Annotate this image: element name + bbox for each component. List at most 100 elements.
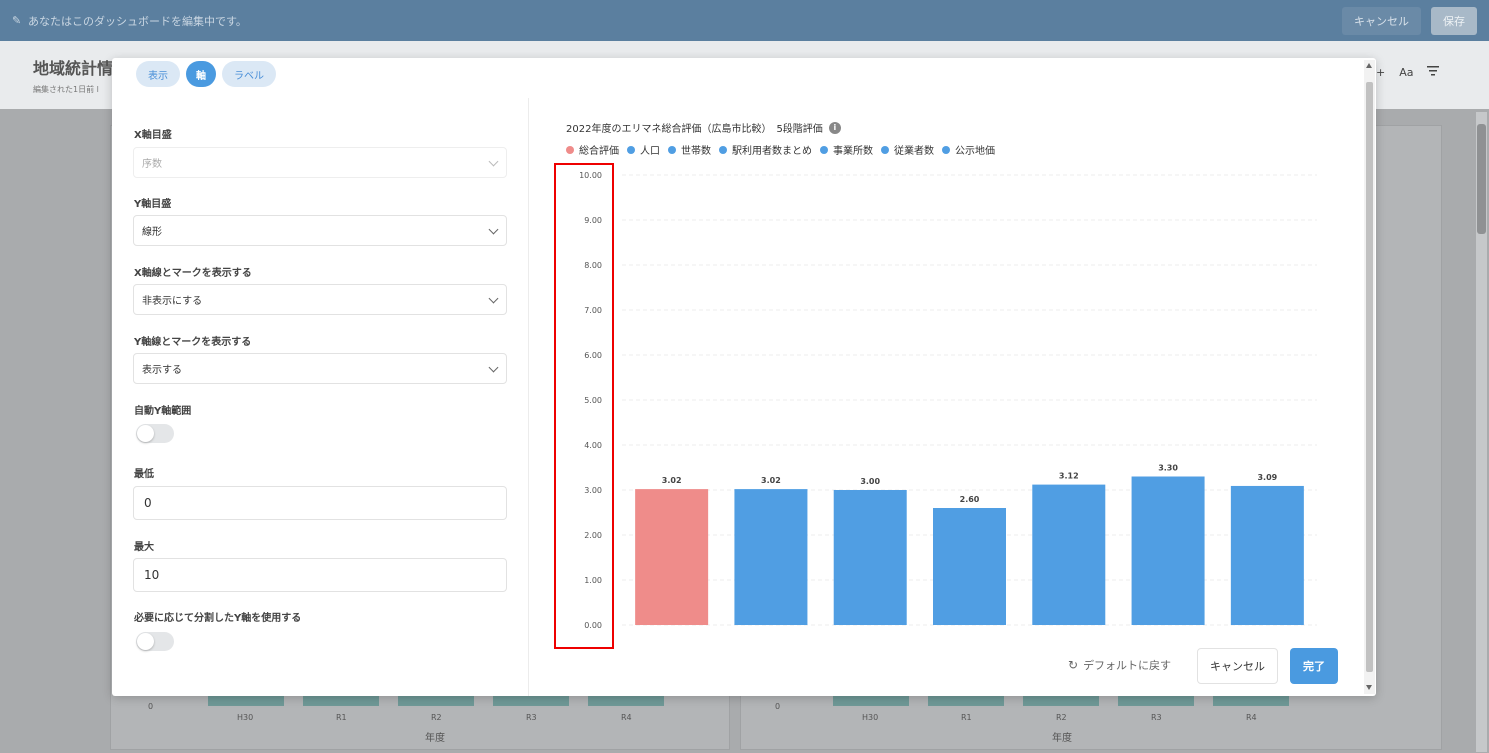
panel-divider bbox=[528, 98, 529, 696]
legend-dot bbox=[881, 145, 889, 154]
done-button[interactable]: 完了 bbox=[1290, 648, 1338, 684]
legend-item[interactable]: 世帯数 bbox=[668, 142, 711, 157]
legend-item[interactable]: 事業所数 bbox=[820, 142, 873, 157]
legend-item[interactable]: 人口 bbox=[627, 142, 660, 157]
x-axis-show-label: X軸線とマークを表示する bbox=[134, 268, 252, 279]
scroll-up-icon[interactable] bbox=[1366, 63, 1372, 68]
y-axis-show-select[interactable]: 表示する bbox=[133, 353, 507, 384]
min-label: 最低 bbox=[134, 469, 154, 480]
chevron-down-icon bbox=[488, 293, 499, 304]
bar-value-label: 3.12 bbox=[1059, 472, 1079, 481]
bg-bar bbox=[1118, 696, 1194, 706]
y-axis-show-label: Y軸線とマークを表示する bbox=[134, 337, 252, 348]
chart-bar[interactable] bbox=[833, 490, 907, 625]
legend-item[interactable]: 総合評価 bbox=[566, 142, 619, 157]
chart-title: 2022年度のエリマネ総合評価（広島市比較） 5段階評価 i bbox=[566, 120, 841, 135]
dashboard-title: 地域統計情 bbox=[33, 59, 114, 78]
reset-label: デフォルトに戻す bbox=[1083, 659, 1172, 672]
legend-dot bbox=[668, 145, 676, 154]
legend-dot bbox=[942, 145, 950, 154]
bar-value-label: 3.09 bbox=[1257, 473, 1277, 482]
tab-axis[interactable]: 軸 bbox=[186, 61, 216, 87]
legend-dot bbox=[719, 145, 727, 154]
chart-bar[interactable] bbox=[1032, 484, 1106, 625]
chart-legend: 総合評価 人口 世帯数 駅利用者数まとめ 事業所数 従業者数 公示地価 bbox=[566, 142, 995, 157]
chevron-down-icon bbox=[488, 224, 499, 235]
bar-value-label: 2.60 bbox=[960, 495, 980, 504]
split-y-axis-label: 必要に応じて分割したY軸を使用する bbox=[134, 613, 302, 624]
chevron-down-icon bbox=[488, 362, 499, 373]
bg-bar bbox=[208, 696, 284, 706]
text-size-icon[interactable]: Aa bbox=[1399, 66, 1413, 79]
bg-axis-title: 年度 bbox=[425, 733, 445, 744]
modal-scrollbar[interactable] bbox=[1364, 60, 1375, 694]
bg-x-label: R3 bbox=[526, 713, 537, 722]
min-input[interactable]: 0 bbox=[133, 486, 507, 520]
tab-label[interactable]: ラベル bbox=[222, 61, 276, 87]
legend-dot bbox=[820, 145, 828, 154]
split-y-axis-toggle[interactable] bbox=[136, 632, 174, 651]
chart-bar[interactable] bbox=[635, 489, 709, 625]
settings-tabs: 表示 軸 ラベル bbox=[136, 61, 276, 87]
x-axis-show-select[interactable]: 非表示にする bbox=[133, 284, 507, 315]
add-icon[interactable]: + bbox=[1376, 66, 1385, 79]
refresh-icon: ↻ bbox=[1068, 658, 1079, 672]
x-axis-show-value: 非表示にする bbox=[142, 296, 203, 307]
info-icon[interactable]: i bbox=[828, 121, 841, 134]
bg-x-label: H30 bbox=[237, 713, 254, 722]
y-axis-show-value: 表示する bbox=[142, 365, 182, 376]
bg-bar bbox=[1023, 696, 1099, 706]
legend-item[interactable]: 公示地価 bbox=[942, 142, 995, 157]
top-save-button[interactable]: 保存 bbox=[1431, 6, 1477, 35]
y-scale-label: Y軸目盛 bbox=[134, 199, 172, 210]
bg-bar bbox=[493, 696, 569, 706]
bg-x-label: R1 bbox=[336, 713, 347, 722]
legend-label: 人口 bbox=[640, 146, 660, 157]
edit-mode-bar: ✎ あなたはこのダッシュボードを編集中です。 キャンセル 保存 bbox=[0, 0, 1489, 41]
legend-label: 総合評価 bbox=[579, 146, 619, 157]
chart-bar[interactable] bbox=[1131, 476, 1205, 626]
x-scale-label: X軸目盛 bbox=[134, 130, 172, 141]
bg-bar bbox=[303, 696, 379, 706]
bar-value-label: 3.02 bbox=[662, 476, 682, 485]
bg-x-label: R4 bbox=[1246, 713, 1257, 722]
legend-item[interactable]: 駅利用者数まとめ bbox=[719, 142, 812, 157]
chart-bar[interactable] bbox=[933, 508, 1006, 625]
page-scrollbar-thumb[interactable] bbox=[1477, 124, 1486, 234]
axis-settings-panel bbox=[112, 98, 528, 696]
legend-label: 世帯数 bbox=[681, 146, 711, 157]
x-scale-select[interactable]: 序数 bbox=[133, 147, 507, 178]
bg-x-label: R1 bbox=[961, 713, 972, 722]
bar-chart: 0.001.002.003.004.005.006.007.008.009.00… bbox=[579, 171, 1317, 630]
bg-bar bbox=[398, 696, 474, 706]
chart-bar[interactable] bbox=[1230, 485, 1304, 625]
filter-icon[interactable] bbox=[1427, 66, 1440, 79]
toggle-knob bbox=[137, 425, 154, 442]
legend-label: 公示地価 bbox=[955, 146, 995, 157]
bg-bar bbox=[588, 696, 664, 706]
reset-to-default-button[interactable]: ↻ デフォルトに戻す bbox=[1068, 657, 1171, 673]
y-scale-select[interactable]: 線形 bbox=[133, 215, 507, 246]
max-label: 最大 bbox=[134, 542, 154, 553]
chevron-down-icon bbox=[488, 156, 499, 167]
dashboard-tools: + Aa bbox=[1376, 66, 1440, 79]
bg-zero-left: 0 bbox=[148, 702, 154, 711]
bg-x-label: R3 bbox=[1151, 713, 1162, 722]
max-input[interactable]: 10 bbox=[133, 558, 507, 592]
tab-display[interactable]: 表示 bbox=[136, 61, 180, 87]
top-cancel-button[interactable]: キャンセル bbox=[1342, 6, 1421, 35]
bg-x-label: H30 bbox=[862, 713, 879, 722]
legend-label: 駅利用者数まとめ bbox=[732, 146, 812, 157]
modal-scrollbar-thumb[interactable] bbox=[1366, 82, 1373, 672]
chart-title-text: 2022年度のエリマネ総合評価（広島市比較） 5段階評価 bbox=[566, 124, 823, 135]
cancel-button[interactable]: キャンセル bbox=[1197, 648, 1278, 684]
pencil-icon: ✎ bbox=[12, 13, 22, 27]
chart-bar[interactable] bbox=[734, 489, 808, 625]
legend-item[interactable]: 従業者数 bbox=[881, 142, 934, 157]
bg-x-label: R4 bbox=[621, 713, 632, 722]
scroll-down-icon[interactable] bbox=[1366, 685, 1372, 690]
y-scale-value: 線形 bbox=[142, 227, 162, 238]
auto-y-range-toggle[interactable] bbox=[136, 424, 174, 443]
legend-label: 事業所数 bbox=[833, 146, 873, 157]
page-scrollbar[interactable] bbox=[1476, 112, 1487, 752]
